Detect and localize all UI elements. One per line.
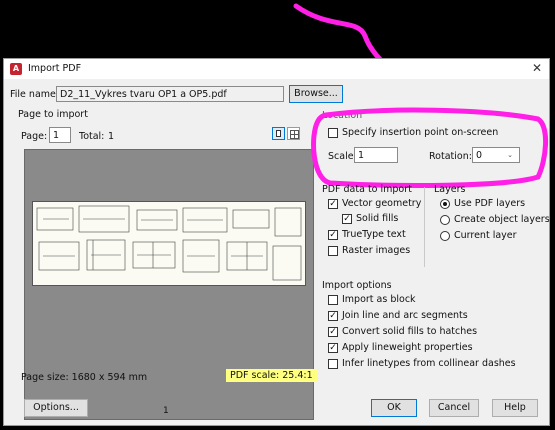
import-as-block-checkbox[interactable] — [328, 295, 338, 305]
ok-button[interactable]: OK — [371, 399, 417, 417]
raster-images-label: Raster images — [342, 245, 411, 256]
page-label: Page: — [21, 131, 48, 142]
file-name-field[interactable]: D2_11_Vykres tvaru OP1 a OP5.pdf — [56, 86, 284, 102]
solid-fills-label: Solid fills — [356, 213, 399, 224]
preview-page-number: 1 — [163, 406, 169, 416]
current-layer-label: Current layer — [454, 230, 517, 241]
convert-fills-checkbox[interactable]: ✓ — [328, 327, 338, 337]
infer-linetypes-checkbox[interactable] — [328, 359, 338, 369]
title-bar: A Import PDF ✕ — [4, 59, 549, 79]
close-icon[interactable]: ✕ — [532, 61, 542, 75]
single-page-view-icon[interactable] — [272, 127, 285, 140]
drawing-thumbnail — [32, 201, 306, 286]
import-as-block-label: Import as block — [342, 294, 416, 305]
file-name-label: File name: — [10, 89, 60, 100]
layers-heading: Layers — [434, 184, 466, 195]
dialog-title: Import PDF — [28, 63, 82, 74]
pdf-data-heading: PDF data to import — [322, 184, 412, 195]
use-pdf-layers-radio[interactable] — [440, 199, 450, 209]
convert-fills-label: Convert solid fills to hatches — [342, 326, 478, 337]
page-to-import-heading: Page to import — [18, 109, 88, 120]
total-label: Total: — [79, 131, 105, 142]
truetype-text-label: TrueType text — [342, 229, 406, 240]
use-pdf-layers-label: Use PDF layers — [454, 198, 526, 209]
join-segments-checkbox[interactable]: ✓ — [328, 311, 338, 321]
browse-button[interactable]: Browse... — [289, 85, 343, 103]
create-object-layers-label: Create object layers — [454, 214, 550, 225]
infer-linetypes-label: Infer linetypes from collinear dashes — [342, 358, 516, 369]
total-value: 1 — [108, 131, 115, 142]
truetype-text-checkbox[interactable]: ✓ — [328, 230, 338, 240]
pdf-scale-text: PDF scale: 25.4:1 — [226, 369, 317, 382]
join-segments-label: Join line and arc segments — [342, 310, 468, 321]
options-button[interactable]: Options... — [24, 399, 88, 417]
vector-geometry-label: Vector geometry — [342, 198, 422, 209]
cancel-button[interactable]: Cancel — [429, 399, 479, 417]
apply-lineweight-label: Apply lineweight properties — [342, 342, 473, 353]
group-divider — [424, 187, 425, 267]
apply-lineweight-checkbox[interactable]: ✓ — [328, 343, 338, 353]
create-object-layers-radio[interactable] — [440, 215, 450, 225]
import-options-heading: Import options — [322, 280, 392, 291]
help-button[interactable]: Help — [492, 399, 538, 417]
page-size-text: Page size: 1680 x 594 mm — [21, 372, 148, 383]
annotation-loop — [311, 107, 549, 188]
page-number-field[interactable]: 1 — [49, 127, 71, 143]
vector-geometry-checkbox[interactable]: ✓ — [328, 199, 338, 209]
grid-view-icon[interactable] — [287, 127, 300, 140]
current-layer-radio[interactable] — [440, 231, 450, 241]
solid-fills-checkbox[interactable]: ✓ — [342, 214, 352, 224]
app-icon: A — [10, 63, 22, 75]
drawing-sketch — [36, 205, 302, 281]
import-pdf-dialog: A Import PDF ✕ File name: D2_11_Vykres t… — [3, 58, 550, 426]
raster-images-checkbox[interactable] — [328, 246, 338, 256]
